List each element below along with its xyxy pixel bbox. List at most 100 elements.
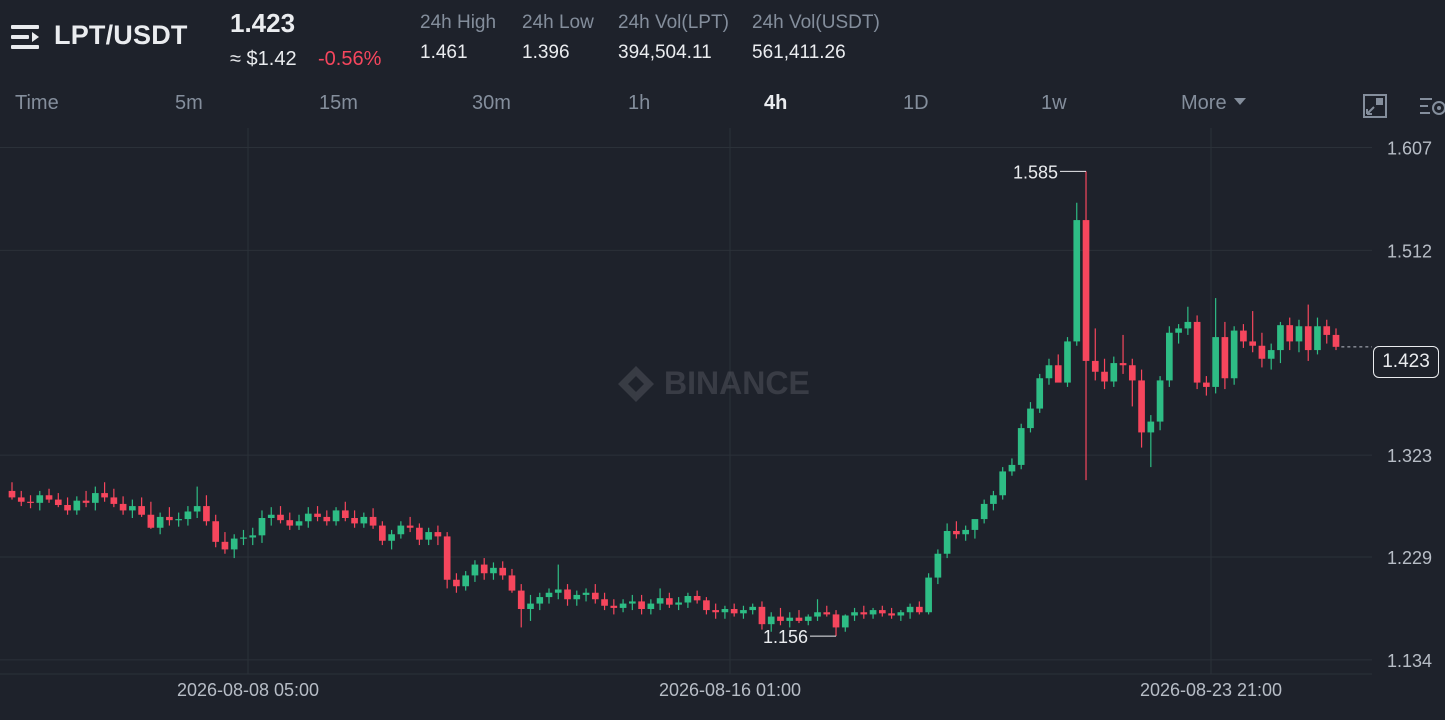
candle-down <box>351 518 358 524</box>
candle-down <box>638 601 645 609</box>
candle-up <box>804 616 812 621</box>
candle-up <box>267 514 275 518</box>
candle-up <box>767 616 775 625</box>
candle-up <box>1027 408 1034 429</box>
y-tick-label: 1.607 <box>1387 139 1432 159</box>
stat-value: 394,504.11 <box>618 42 712 63</box>
candle-up <box>425 532 432 540</box>
candle-down <box>1138 380 1145 433</box>
interval-time[interactable]: Time <box>15 92 59 115</box>
candle-up <box>1110 363 1118 382</box>
candle-up <box>573 594 581 600</box>
binance-watermark: BINANCE <box>618 365 810 402</box>
candle-up <box>1277 325 1284 351</box>
candle-up <box>1184 321 1192 329</box>
candle-up <box>971 519 979 530</box>
candle-up <box>629 601 636 604</box>
candle-up <box>934 553 942 578</box>
stat-24h-vol-quote: 24h Vol(USDT) 561,411.26 <box>752 12 880 64</box>
last-price-tag: 1.423 <box>1373 346 1439 378</box>
candlestick-chart[interactable]: 1.607 1.512 1.323 1.229 1.134 2026-08-08 05:0… <box>0 128 1445 720</box>
interval-4h[interactable]: 4h <box>764 92 787 115</box>
candle-up <box>1008 464 1016 472</box>
candle-up <box>999 471 1007 496</box>
candle-down <box>591 592 599 600</box>
candle-down <box>203 506 210 522</box>
interval-1w[interactable]: 1w <box>1041 92 1067 115</box>
candle-up <box>897 612 905 616</box>
interval-30m[interactable]: 30m <box>472 92 511 115</box>
candle-down <box>1119 363 1127 366</box>
candle-down <box>916 606 923 613</box>
trading-pair[interactable]: LPT/USDT <box>54 20 188 51</box>
candle-down <box>1193 321 1201 383</box>
candle-down <box>286 520 294 526</box>
candle-down <box>860 612 868 615</box>
candle-down <box>221 541 229 550</box>
candle-down <box>1203 382 1210 387</box>
candle-down <box>1286 325 1294 342</box>
candle-up <box>906 606 914 613</box>
low-annotation: 1.156 <box>763 627 808 647</box>
interval-15m[interactable]: 15m <box>319 92 358 115</box>
chart-settings-icon[interactable] <box>1418 92 1445 120</box>
candle-down <box>1332 334 1340 347</box>
candle-up <box>545 592 553 598</box>
x-tick-label: 2026-08-08 05:00 <box>177 680 319 700</box>
candle-down <box>832 614 840 628</box>
candle-down <box>795 617 803 621</box>
candle-down <box>64 505 71 511</box>
candle-up <box>230 538 238 550</box>
candle-up <box>397 525 405 535</box>
candle-up <box>1267 350 1275 359</box>
candle-up <box>304 513 312 522</box>
candle-down <box>1128 365 1136 381</box>
candle-up <box>91 493 99 503</box>
interval-1d[interactable]: 1D <box>903 92 929 115</box>
candle-down <box>480 564 488 574</box>
candle-down <box>703 600 710 611</box>
stat-label: 24h High <box>420 12 497 33</box>
candle-down <box>147 514 155 528</box>
candle-up <box>980 503 988 520</box>
candle-up <box>1230 330 1238 379</box>
candle-down <box>369 516 377 526</box>
interval-5m[interactable]: 5m <box>175 92 203 115</box>
x-tick-label: 2026-08-16 01:00 <box>659 680 801 700</box>
candle-up <box>36 495 44 503</box>
candle-up <box>258 518 266 536</box>
candle-up <box>527 603 534 609</box>
market-header: LPT/USDT 1.423 ≈ $1.42 -0.56% 24h High 1… <box>0 0 1445 84</box>
candle-down <box>888 613 895 616</box>
interval-1h[interactable]: 1h <box>628 92 650 115</box>
candle-up <box>175 519 182 521</box>
candle-down <box>730 609 738 614</box>
candle-down <box>323 516 331 522</box>
interval-more-dropdown[interactable]: More <box>1181 92 1246 115</box>
candle-up <box>471 564 479 576</box>
candle-down <box>101 493 108 498</box>
stat-24h-low: 24h Low 1.396 <box>522 12 594 64</box>
candle-down <box>1323 326 1331 335</box>
candle-up <box>656 598 664 604</box>
menu-icon[interactable] <box>10 22 42 52</box>
candle-up <box>332 510 340 522</box>
candle-down <box>610 605 618 608</box>
candle-down <box>27 501 34 503</box>
candle-up <box>684 596 692 603</box>
candle-down <box>1258 345 1266 359</box>
chart-depth-icon[interactable] <box>1362 92 1390 120</box>
candle-up <box>1156 380 1164 422</box>
candle-up <box>536 597 544 604</box>
candle-down <box>1304 326 1312 351</box>
candle-down <box>17 497 25 502</box>
candle-down <box>878 610 886 614</box>
candle-down <box>1082 220 1090 361</box>
candle-up <box>193 506 201 512</box>
candle-up <box>740 610 747 614</box>
last-price: 1.423 <box>230 8 296 38</box>
candle-up <box>360 516 368 524</box>
candle-up <box>619 603 627 608</box>
high-annotation: 1.585 <box>1013 162 1058 182</box>
chart-canvas[interactable]: 1.607 1.512 1.323 1.229 1.134 2026-08-08 05:0… <box>0 128 1445 720</box>
